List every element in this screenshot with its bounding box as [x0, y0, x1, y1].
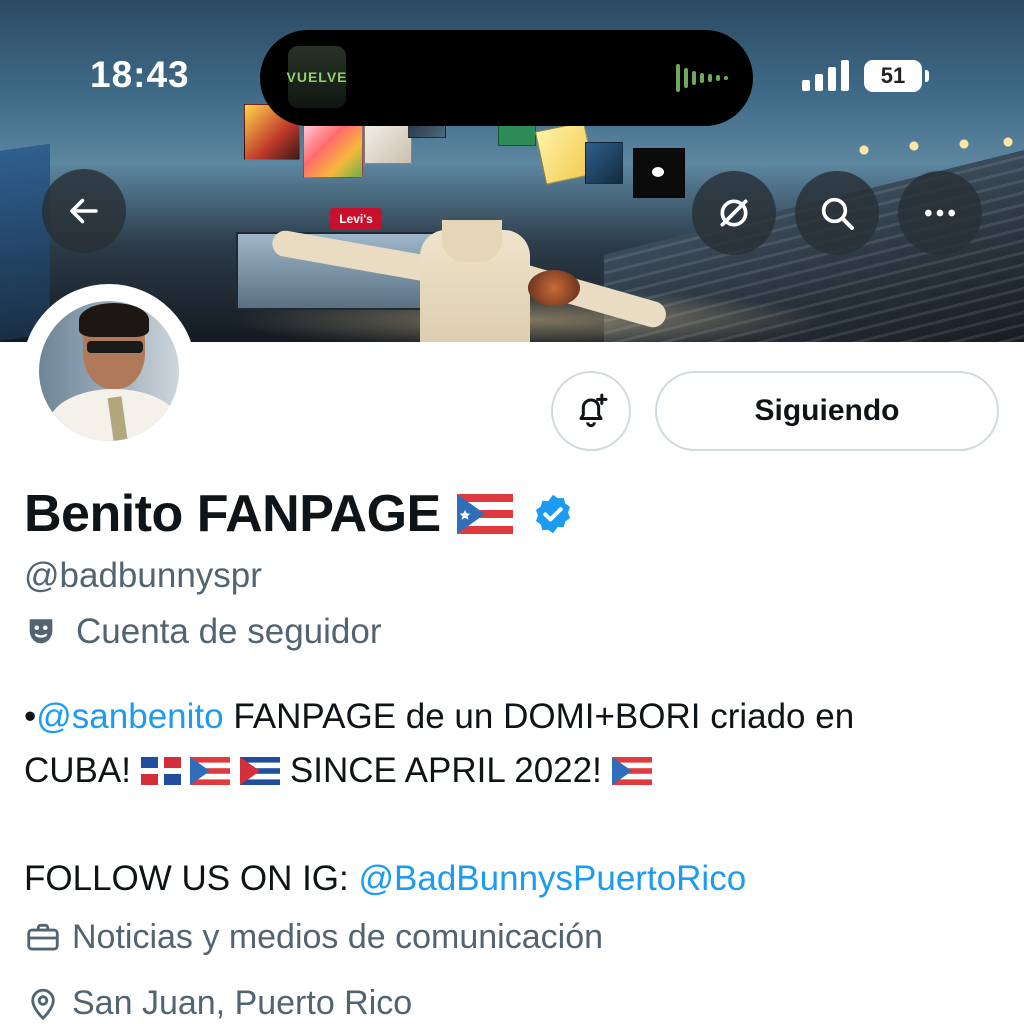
banner-round-screen [528, 270, 580, 306]
profile-handle: @badbunnyspr [24, 556, 262, 595]
bio-blank-line [24, 798, 1004, 852]
profile-category: Noticias y medios de comunicación [24, 918, 603, 957]
banner-stadium-left [0, 143, 50, 342]
more-button[interactable] [898, 171, 982, 255]
dominican-republic-flag-icon [140, 757, 181, 785]
translate-button[interactable] [692, 171, 776, 255]
bio-line: FOLLOW US ON IG: @BadBunnysPuertoRico [24, 852, 1004, 906]
bio-instagram-link[interactable]: @BadBunnysPuertoRico [358, 859, 746, 898]
signal-bars-icon [800, 58, 852, 97]
profile-location: San Juan, Puerto Rico [24, 984, 412, 1023]
dynamic-island[interactable]: VUELVE [260, 30, 753, 126]
bio-text: FANPAGE de un DOMI+BORI criado en [223, 697, 855, 736]
verified-badge-icon[interactable] [531, 492, 575, 536]
account-label[interactable]: Cuenta de seguidor [24, 612, 382, 652]
bio-bullet: • [24, 697, 37, 736]
search-button[interactable] [795, 171, 879, 255]
bio-text: CUBA! [24, 751, 141, 790]
more-horizontal-icon [925, 209, 955, 217]
bio-text: SINCE APRIL 2022! [280, 751, 612, 790]
puerto-rico-flag-icon [190, 757, 231, 785]
battery-nub [925, 70, 929, 82]
search-icon [821, 197, 854, 230]
following-button[interactable]: Siguiendo [655, 371, 999, 451]
bell-plus-icon [579, 393, 608, 428]
status-time: 18:43 [90, 54, 190, 95]
banner-lights [824, 130, 1024, 170]
back-button[interactable] [42, 169, 126, 253]
cuba-flag-icon [240, 757, 281, 785]
display-name: Benito FANPAGE [24, 485, 441, 543]
translate-icon [720, 199, 748, 227]
arrow-left-icon [70, 198, 98, 224]
battery-indicator: 51 [864, 60, 922, 92]
avatar-photo [39, 301, 179, 441]
masks-icon [29, 619, 53, 644]
location-text: San Juan, Puerto Rico [72, 984, 413, 1022]
location-pin-icon [31, 988, 55, 1020]
bio-mention-link[interactable]: @sanbenito [36, 697, 223, 736]
briefcase-icon [27, 923, 59, 951]
banner-person [270, 110, 670, 342]
bio-text: FOLLOW US ON IG: [24, 859, 359, 898]
profile-name-row: Benito FANPAGE [24, 484, 575, 544]
audio-waveform-icon [676, 64, 728, 92]
puerto-rico-flag-icon [611, 757, 652, 785]
bio-line: CUBA! SINCE APRIL 2022! [24, 744, 1004, 798]
bio-line: •@sanbenito FANPAGE de un DOMI+BORI cria… [24, 690, 1004, 744]
notifications-button[interactable] [551, 371, 631, 451]
puerto-rico-flag-icon [456, 494, 513, 534]
now-playing-artwork: VUELVE [287, 46, 347, 108]
profile-avatar[interactable] [22, 284, 196, 458]
category-text: Noticias y medios de comunicación [72, 918, 604, 956]
profile-bio: •@sanbenito FANPAGE de un DOMI+BORI cria… [24, 690, 1004, 906]
account-label-text: Cuenta de seguidor [76, 612, 382, 651]
